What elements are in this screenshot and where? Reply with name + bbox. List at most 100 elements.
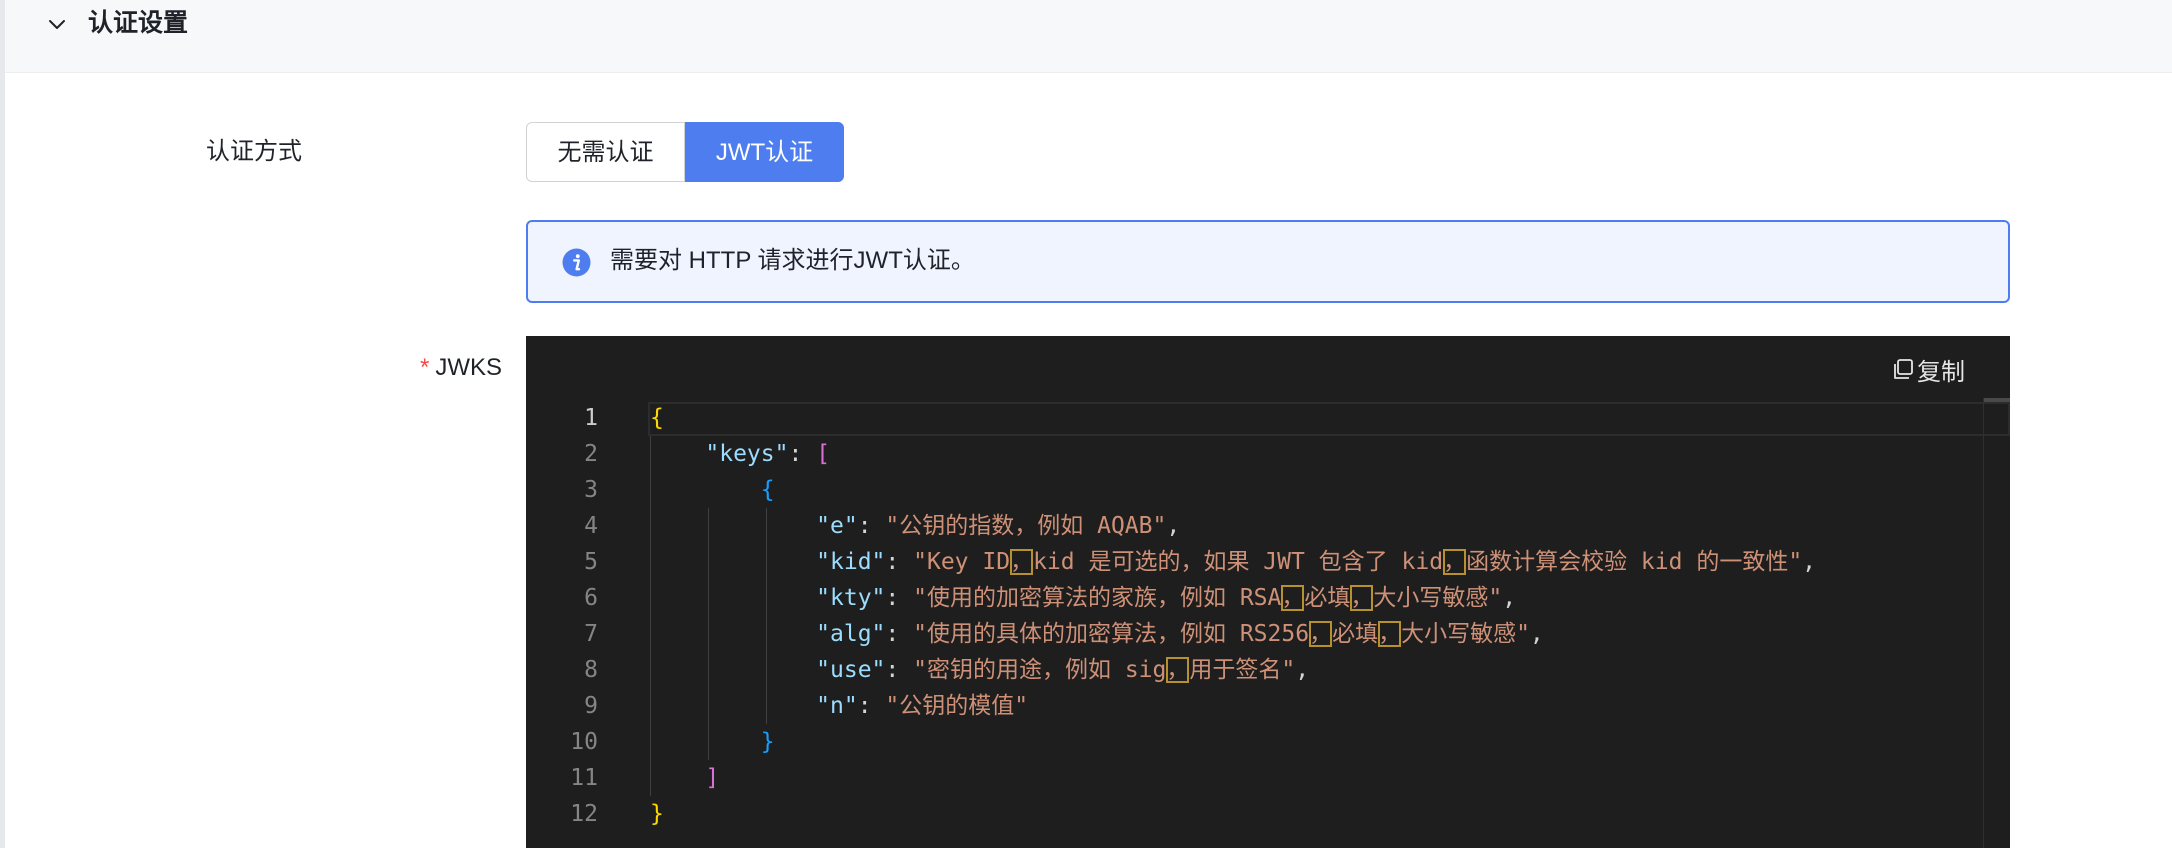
line-number: 9 bbox=[584, 693, 598, 719]
code-line[interactable]: 9 "n": "公钥的模值" bbox=[526, 688, 1986, 724]
code-line-text: "kid": "Key ID，kid 是可选的，如果 JWT 包含了 kid，函… bbox=[650, 544, 1816, 580]
section-header[interactable]: 认证设置 bbox=[5, 0, 2172, 73]
line-number: 2 bbox=[584, 441, 598, 467]
code-line[interactable]: 6 "kty": "使用的加密算法的家族，例如 RSA，必填，大小写敏感", bbox=[526, 580, 1986, 616]
code-token: , bbox=[1802, 549, 1817, 575]
code-token: "e" bbox=[816, 513, 858, 539]
info-alert-text: 需要对 HTTP 请求进行JWT认证。 bbox=[610, 247, 975, 274]
code-token: ， bbox=[1378, 621, 1402, 647]
code-token: "kty" bbox=[816, 585, 886, 611]
auth-option-none[interactable]: 无需认证 bbox=[526, 122, 685, 182]
code-token: , bbox=[1529, 621, 1544, 647]
auth-method-label: 认证方式 bbox=[206, 138, 302, 165]
code-token: kid 是可选的，如果 JWT 包含了 kid bbox=[1033, 549, 1444, 575]
code-line-text: "alg": "使用的具体的加密算法，例如 RS256，必填，大小写敏感", bbox=[650, 616, 1544, 652]
code-area[interactable]: 1{2 "keys": [3 {4 "e": "公钥的指数，例如 AQAB", 5… bbox=[526, 400, 1986, 832]
line-number: 5 bbox=[584, 549, 598, 575]
copy-icon bbox=[1894, 359, 1913, 379]
code-token: 函数计算会校验 kid 的一致性" bbox=[1466, 549, 1803, 575]
copy-button-label: 复制 bbox=[1917, 358, 1965, 386]
code-line-text: "e": "公钥的指数，例如 AQAB", bbox=[650, 508, 1180, 544]
code-line-text: "n": "公钥的模值" bbox=[650, 688, 1028, 724]
code-token: ， bbox=[1166, 657, 1190, 683]
code-line[interactable]: 2 "keys": [ bbox=[526, 436, 1986, 472]
code-token: "公钥的模值" bbox=[885, 693, 1029, 719]
auth-option-jwt[interactable]: JWT认证 bbox=[685, 122, 844, 182]
code-token: 大小写敏感" bbox=[1373, 585, 1503, 611]
required-mark: * bbox=[420, 354, 430, 381]
code-token: "公钥的指数，例如 AQAB" bbox=[885, 513, 1167, 539]
code-line[interactable]: 4 "e": "公钥的指数，例如 AQAB", bbox=[526, 508, 1986, 544]
code-token: 必填 bbox=[1304, 585, 1351, 611]
code-token: "keys" bbox=[705, 441, 789, 467]
line-number: 11 bbox=[570, 765, 598, 791]
line-number: 1 bbox=[584, 405, 598, 431]
auth-method-segmented: 无需认证 JWT认证 bbox=[526, 122, 844, 182]
code-token: "Key ID bbox=[913, 549, 1011, 575]
code-line[interactable]: 8 "use": "密钥的用途，例如 sig，用于签名", bbox=[526, 652, 1986, 688]
code-token: { bbox=[650, 405, 664, 431]
code-token: "n" bbox=[816, 693, 858, 719]
code-line[interactable]: 5 "kid": "Key ID，kid 是可选的，如果 JWT 包含了 kid… bbox=[526, 544, 1986, 580]
editor-scroll-thumb[interactable] bbox=[1984, 398, 2010, 402]
code-line-text: { bbox=[650, 472, 775, 508]
line-number: 3 bbox=[584, 477, 598, 503]
code-token: , bbox=[1166, 513, 1181, 539]
code-token: : bbox=[885, 657, 914, 683]
code-token: : bbox=[885, 549, 914, 575]
code-line[interactable]: 1{ bbox=[526, 400, 1986, 436]
line-number: 4 bbox=[584, 513, 598, 539]
code-token: } bbox=[650, 801, 664, 827]
code-token: ， bbox=[1309, 621, 1333, 647]
code-line-text: "use": "密钥的用途，例如 sig，用于签名", bbox=[650, 652, 1309, 688]
code-line[interactable]: 10 } bbox=[526, 724, 1986, 760]
copy-button[interactable]: 复制 bbox=[1891, 352, 1965, 386]
code-line-text: ] bbox=[650, 760, 719, 796]
code-token: } bbox=[760, 729, 775, 755]
jwks-label-text: JWKS bbox=[435, 354, 503, 381]
code-token: : bbox=[857, 513, 886, 539]
code-token: , bbox=[1502, 585, 1517, 611]
jwks-code-editor[interactable]: 复制 1{2 "keys": [3 {4 "e": "公钥的指数，例如 AQAB… bbox=[526, 336, 2010, 848]
chevron-down-icon[interactable] bbox=[45, 12, 69, 36]
code-token: ， bbox=[1010, 549, 1034, 575]
code-line[interactable]: 11 ] bbox=[526, 760, 1986, 796]
section-title: 认证设置 bbox=[88, 9, 189, 37]
code-token: "use" bbox=[816, 657, 886, 683]
code-line[interactable]: 3 { bbox=[526, 472, 1986, 508]
code-token: ] bbox=[705, 765, 720, 791]
info-alert: 需要对 HTTP 请求进行JWT认证。 bbox=[526, 220, 2010, 303]
code-line[interactable]: 12} bbox=[526, 796, 1986, 832]
line-number: 6 bbox=[584, 585, 598, 611]
code-token: "密钥的用途，例如 sig bbox=[913, 657, 1167, 683]
code-token: "使用的具体的加密算法，例如 RS256 bbox=[913, 621, 1310, 647]
code-token: 用于签名" bbox=[1189, 657, 1296, 683]
code-line[interactable]: 7 "alg": "使用的具体的加密算法，例如 RS256，必填，大小写敏感", bbox=[526, 616, 1986, 652]
code-token: , bbox=[1295, 657, 1310, 683]
line-number: 8 bbox=[584, 657, 598, 683]
code-token: : bbox=[788, 441, 817, 467]
left-border bbox=[0, 0, 5, 848]
code-token: ， bbox=[1350, 585, 1374, 611]
code-token: : bbox=[885, 621, 914, 647]
code-token: 大小写敏感" bbox=[1401, 621, 1530, 647]
code-line-text: } bbox=[650, 796, 664, 832]
code-token: [ bbox=[816, 441, 831, 467]
jwks-label: * JWKS bbox=[420, 352, 502, 384]
code-token: { bbox=[760, 477, 775, 503]
code-token: "kid" bbox=[816, 549, 886, 575]
code-line-text: } bbox=[650, 724, 775, 760]
line-number: 12 bbox=[570, 801, 598, 827]
line-number: 7 bbox=[584, 621, 598, 647]
code-token: "使用的加密算法的家族，例如 RSA bbox=[913, 585, 1282, 611]
line-number: 10 bbox=[570, 729, 598, 755]
editor-vertical-scrollbar[interactable] bbox=[1983, 398, 2010, 848]
